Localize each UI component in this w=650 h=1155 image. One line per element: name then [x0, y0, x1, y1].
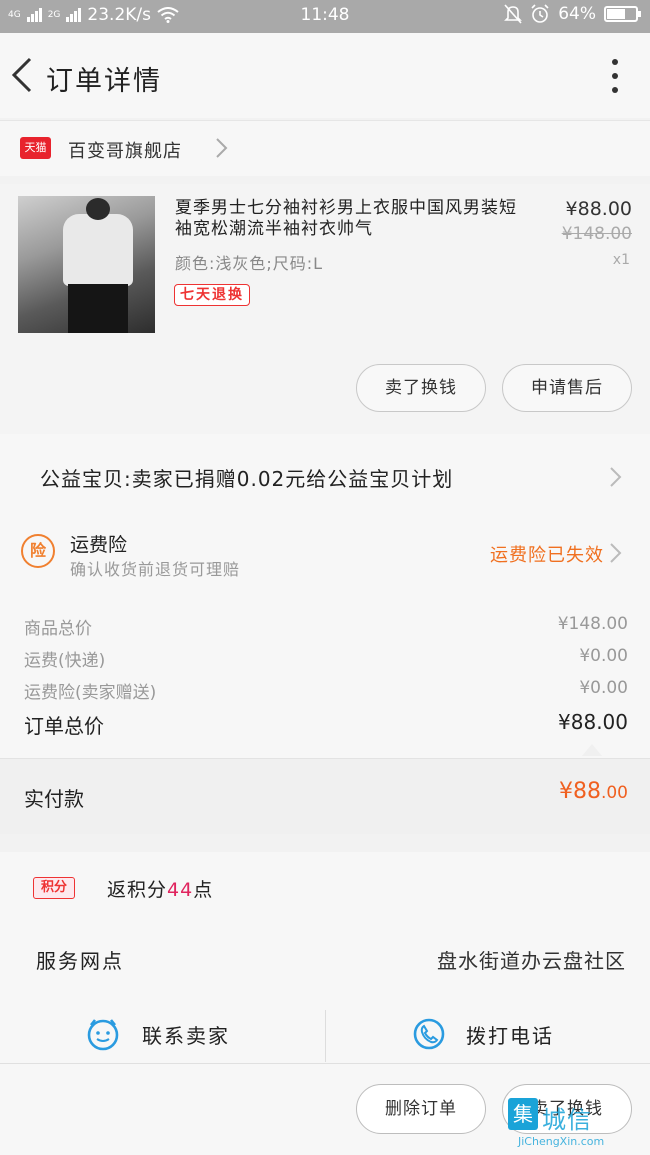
total-row-value: ¥0.00 [579, 678, 628, 698]
battery-percent: 64% [558, 4, 596, 24]
chevron-right-icon [610, 467, 622, 487]
total-row-value: ¥0.00 [579, 646, 628, 666]
paid-amount-row: 实付款 ¥88.00 [0, 758, 650, 834]
insurance-icon: 险 [21, 534, 55, 568]
points-badge: 积分 [33, 877, 75, 899]
total-row-label: 运费险(卖家赠送) [24, 683, 157, 703]
charity-text: 公益宝贝:卖家已捐赠0.02元给公益宝贝计划 [40, 467, 454, 491]
points-text-before: 返积分 [107, 879, 168, 901]
chevron-right-icon [610, 543, 622, 563]
points-text-after: 点 [193, 879, 214, 901]
product-quantity: x1 [612, 252, 630, 268]
seven-day-return-badge: 七天退换 [174, 284, 250, 306]
page-title: 订单详情 [46, 66, 162, 97]
contact-seller-label: 联系卖家 [142, 1024, 230, 1048]
paid-label: 实付款 [24, 787, 84, 811]
contact-bar: 联系卖家 拨打电话 [0, 1004, 650, 1064]
back-chevron-icon[interactable] [8, 55, 36, 95]
nav-header: 订单详情 [0, 33, 650, 118]
call-phone-label: 拨打电话 [466, 1024, 554, 1048]
product-title[interactable]: 夏季男士七分袖衬衫男上衣服中国风男装短袖宽松潮流半袖衬衣帅气 [175, 198, 523, 240]
chevron-right-icon [216, 138, 228, 158]
paid-value: ¥88.00 [559, 779, 628, 804]
total-row-goods: 商品总价 ¥148.00 [24, 614, 628, 639]
product-card: 夏季男士七分袖衬衫男上衣服中国风男装短袖宽松潮流半袖衬衣帅气 颜色:浅灰色;尺码… [0, 184, 650, 434]
insurance-title: 运费险 [70, 534, 128, 556]
notch-pointer [582, 744, 602, 756]
shop-name: 百变哥旗舰店 [68, 141, 182, 162]
watermark-logo: 集 [508, 1098, 538, 1130]
more-vertical-icon[interactable] [610, 59, 620, 93]
service-point-value: 盘水街道办云盘社区 [437, 949, 626, 973]
total-row-insurance: 运费险(卖家赠送) ¥0.00 [24, 678, 628, 703]
product-variant: 颜色:浅灰色;尺码:L [175, 254, 324, 273]
price-breakdown: 商品总价 ¥148.00 运费(快递) ¥0.00 运费险(卖家赠送) ¥0.0… [0, 598, 650, 758]
mute-bell-icon [504, 4, 523, 24]
points-text: 返积分44点 [107, 875, 213, 902]
phone-icon [413, 1018, 445, 1050]
insurance-subtitle: 确认收货前退货可理赔 [70, 560, 241, 579]
order-total-value: ¥88.00 [558, 710, 628, 734]
total-row-value: ¥148.00 [557, 614, 628, 634]
product-price: ¥88.00 [565, 198, 632, 220]
sell-for-cash-button[interactable]: 卖了换钱 [356, 364, 486, 412]
charity-row[interactable]: 公益宝贝:卖家已捐赠0.02元给公益宝贝计划 [0, 434, 650, 518]
product-original-price: ¥148.00 [561, 224, 632, 244]
total-row-label: 商品总价 [24, 619, 92, 639]
service-point-row: 服务网点 盘水街道办云盘社区 [0, 926, 650, 1004]
paid-value-minor: .00 [600, 783, 628, 803]
watermark-url: JiChengXin.com [518, 1135, 605, 1148]
battery-icon [604, 6, 641, 22]
shop-row[interactable]: 天猫 百变哥旗舰店 [0, 120, 650, 176]
service-point-label: 服务网点 [36, 949, 124, 973]
total-row-label: 运费(快递) [24, 651, 106, 671]
points-number: 44 [167, 879, 194, 901]
watermark-name: 城信 [542, 1106, 592, 1134]
paid-value-major: ¥88 [558, 779, 601, 804]
status-bar: 4G 2G 23.2K/s 11:48 64% [0, 0, 650, 33]
shipping-insurance-row[interactable]: 险 运费险 确认收货前退货可理赔 运费险已失效 [0, 518, 650, 598]
watermark: 集 城信 JiChengXin.com [508, 1098, 644, 1152]
contact-seller-button[interactable]: 联系卖家 [0, 1004, 325, 1064]
call-phone-button[interactable]: 拨打电话 [326, 1004, 650, 1064]
product-image[interactable] [18, 196, 155, 333]
insurance-status: 运费险已失效 [490, 545, 604, 566]
delete-order-button[interactable]: 删除订单 [356, 1084, 486, 1134]
tmall-logo: 天猫 [20, 137, 51, 159]
total-row-shipping: 运费(快递) ¥0.00 [24, 646, 628, 671]
apply-after-sales-button[interactable]: 申请售后 [502, 364, 632, 412]
order-total-label: 订单总价 [24, 714, 104, 738]
alarm-icon [531, 4, 549, 23]
chat-face-icon [87, 1019, 119, 1051]
points-row: 积分 返积分44点 [0, 852, 650, 926]
clock: 11:48 [300, 5, 350, 25]
order-total-row: 订单总价 ¥88.00 [24, 710, 628, 739]
